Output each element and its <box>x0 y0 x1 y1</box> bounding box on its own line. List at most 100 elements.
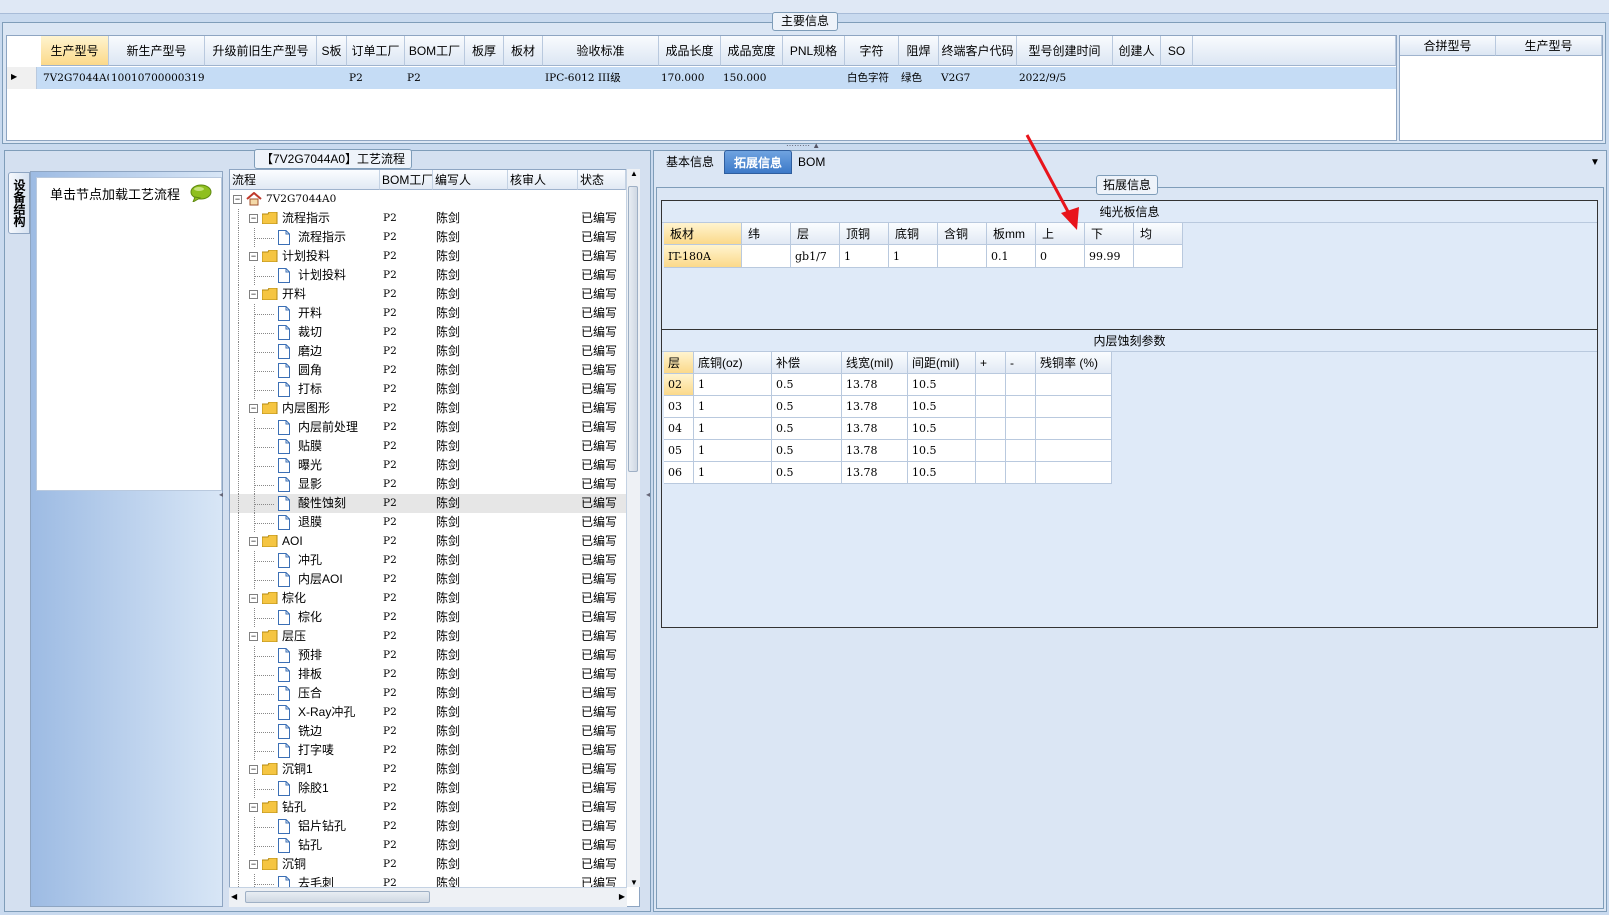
etch-cell[interactable]: 1 <box>694 440 772 462</box>
collapse-icon[interactable]: − <box>249 252 258 261</box>
etch-cell[interactable] <box>1006 374 1036 396</box>
load-flow-hint[interactable]: 单击节点加载工艺流程 <box>50 184 180 203</box>
etch-cell[interactable]: 0.5 <box>772 440 842 462</box>
etch-cell[interactable]: 10.5 <box>908 374 976 396</box>
board-column-header[interactable]: 纬 <box>742 223 791 245</box>
etch-cell[interactable] <box>1036 374 1112 396</box>
column-header[interactable]: 验收标准 <box>543 36 659 66</box>
tree-item-row[interactable]: 圆角 P2 陈剑 已编写 <box>230 361 626 380</box>
etch-cell[interactable]: 1 <box>694 418 772 440</box>
etch-cell[interactable]: 13.78 <box>842 440 908 462</box>
column-header[interactable]: 板材 <box>504 36 543 66</box>
tab-bom[interactable]: BOM <box>792 150 828 174</box>
column-header[interactable]: PNL规格 <box>783 36 845 66</box>
etch-cell[interactable]: 10.5 <box>908 440 976 462</box>
etch-cell[interactable]: 13.78 <box>842 462 908 484</box>
tree-folder-row[interactable]: − 钻孔 P2 陈剑 已编写 <box>230 798 626 817</box>
tree-item-row[interactable]: 退膜 P2 陈剑 已编写 <box>230 513 626 532</box>
tree-item-row[interactable]: 预排 P2 陈剑 已编写 <box>230 646 626 665</box>
etch-cell[interactable] <box>976 440 1006 462</box>
scroll-up-icon[interactable]: ▲ <box>630 169 638 178</box>
tree-item-row[interactable]: 流程指示 P2 陈剑 已编写 <box>230 228 626 247</box>
board-column-header[interactable]: 底铜 <box>889 223 938 245</box>
board-cell[interactable]: gb1/7 <box>791 245 840 268</box>
scroll-left-icon[interactable]: ◀ <box>231 892 237 901</box>
column-header-merge-model[interactable]: 合拼型号 <box>1400 36 1496 56</box>
table-cell[interactable]: 白色字符 <box>845 67 899 89</box>
tree-item-row[interactable]: 铝片钻孔 P2 陈剑 已编写 <box>230 817 626 836</box>
column-header[interactable]: 字符 <box>845 36 899 66</box>
etch-cell[interactable]: 05 <box>664 440 694 462</box>
board-column-header[interactable]: 下 <box>1085 223 1134 245</box>
table-cell[interactable]: P2 <box>405 67 465 89</box>
tree-item-row[interactable]: 打字唛 P2 陈剑 已编写 <box>230 741 626 760</box>
etch-cell[interactable] <box>1006 440 1036 462</box>
etch-cell[interactable]: 03 <box>664 396 694 418</box>
tree-item-row[interactable]: 裁切 P2 陈剑 已编写 <box>230 323 626 342</box>
column-header[interactable]: 生产型号 <box>41 36 109 66</box>
etch-cell[interactable] <box>976 374 1006 396</box>
board-cell[interactable]: 1 <box>889 245 938 268</box>
table-cell[interactable]: 2022/9/5 <box>1017 67 1113 89</box>
collapse-icon[interactable]: − <box>249 632 258 641</box>
tab-extended-info[interactable]: 拓展信息 <box>724 150 792 174</box>
etch-cell[interactable]: 1 <box>694 374 772 396</box>
board-cell[interactable]: 0 <box>1036 245 1085 268</box>
etch-cell[interactable] <box>1036 396 1112 418</box>
etch-cell[interactable]: 1 <box>694 396 772 418</box>
table-cell[interactable] <box>205 67 317 89</box>
column-header[interactable]: 升级前旧生产型号 <box>205 36 317 66</box>
splitter-handle[interactable]: ⋯⋯⋯ ▲ <box>786 141 822 150</box>
collapse-icon[interactable]: − <box>249 404 258 413</box>
tree-folder-row[interactable]: − 计划投料 P2 陈剑 已编写 <box>230 247 626 266</box>
tree-folder-row[interactable]: − 开料 P2 陈剑 已编写 <box>230 285 626 304</box>
tree-folder-row[interactable]: − 沉铜1 P2 陈剑 已编写 <box>230 760 626 779</box>
etch-column-header[interactable]: + <box>976 352 1006 374</box>
column-header[interactable]: 成品长度 <box>659 36 721 66</box>
tree-folder-row[interactable]: − 层压 P2 陈剑 已编写 <box>230 627 626 646</box>
table-cell[interactable]: 150.000 <box>721 67 783 89</box>
tree-item-row[interactable]: 棕化 P2 陈剑 已编写 <box>230 608 626 627</box>
tree-item-row[interactable]: 内层AOI P2 陈剑 已编写 <box>230 570 626 589</box>
tree-item-row[interactable]: 开料 P2 陈剑 已编写 <box>230 304 626 323</box>
column-header-flow[interactable]: 流程 <box>230 170 380 190</box>
column-header[interactable]: SO <box>1161 36 1193 66</box>
tree-item-row[interactable]: 打标 P2 陈剑 已编写 <box>230 380 626 399</box>
tree-item-row[interactable]: 钻孔 P2 陈剑 已编写 <box>230 836 626 855</box>
table-cell[interactable] <box>317 67 347 89</box>
table-cell[interactable] <box>1113 67 1161 89</box>
column-header[interactable]: 型号创建时间 <box>1017 36 1113 66</box>
scroll-down-icon[interactable]: ▼ <box>630 878 638 887</box>
etch-column-header[interactable]: 残铜率 (%) <box>1036 352 1112 374</box>
collapse-icon[interactable]: − <box>249 860 258 869</box>
etch-cell[interactable]: 10.5 <box>908 462 976 484</box>
chat-bubble-icon[interactable] <box>190 184 212 202</box>
splitter-grip[interactable]: ◂ <box>219 490 225 550</box>
etch-cell[interactable]: 13.78 <box>842 374 908 396</box>
tree-item-row[interactable]: 酸性蚀刻 P2 陈剑 已编写 <box>230 494 626 513</box>
tree-item-row[interactable]: 压合 P2 陈剑 已编写 <box>230 684 626 703</box>
main-info-grid[interactable]: ▶ 生产型号 新生产型号 升级前旧生产型号 S板 订单工厂 BOM工厂 板厚 板材 验收标准 成品… <box>6 35 1397 141</box>
etch-cell[interactable] <box>976 462 1006 484</box>
table-cell[interactable] <box>504 67 543 89</box>
etch-cell[interactable]: 0.5 <box>772 418 842 440</box>
collapse-icon[interactable]: − <box>249 290 258 299</box>
column-header[interactable]: 成品宽度 <box>721 36 783 66</box>
etch-cell[interactable]: 06 <box>664 462 694 484</box>
process-tree[interactable]: 流程 BOM工厂 编写人 核审人 状态 − 7V2G7044A0 − 流程指示 P2… <box>229 169 640 907</box>
table-cell[interactable]: 绿色 <box>899 67 939 89</box>
etch-cell[interactable]: 0.5 <box>772 462 842 484</box>
etch-cell[interactable] <box>976 396 1006 418</box>
etch-column-header[interactable]: 底铜(oz) <box>694 352 772 374</box>
tree-item-row[interactable]: 贴膜 P2 陈剑 已编写 <box>230 437 626 456</box>
tree-item-row[interactable]: 磨边 P2 陈剑 已编写 <box>230 342 626 361</box>
column-header[interactable]: 创建人 <box>1113 36 1161 66</box>
tree-folder-row[interactable]: − 流程指示 P2 陈剑 已编写 <box>230 209 626 228</box>
etch-cell[interactable]: 10.5 <box>908 396 976 418</box>
collapse-icon[interactable]: − <box>249 765 258 774</box>
column-header-writer[interactable]: 编写人 <box>433 170 508 190</box>
column-header[interactable]: 终端客户代码 <box>939 36 1017 66</box>
board-cell[interactable]: 99.99 <box>1085 245 1134 268</box>
board-column-header[interactable]: 板材 <box>664 223 742 245</box>
board-cell[interactable]: 1 <box>840 245 889 268</box>
